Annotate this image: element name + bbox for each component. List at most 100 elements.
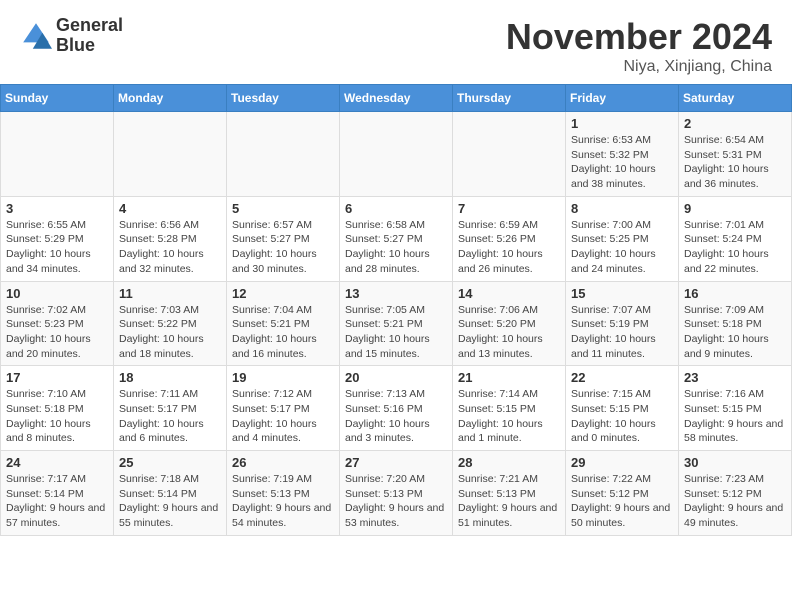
day-number: 18 xyxy=(119,370,221,385)
calendar-cell xyxy=(227,112,340,197)
day-info: Sunrise: 7:04 AMSunset: 5:21 PMDaylight:… xyxy=(232,303,334,362)
day-header-sunday: Sunday xyxy=(1,85,114,112)
calendar-cell: 7 Sunrise: 6:59 AMSunset: 5:26 PMDaylight… xyxy=(453,196,566,281)
calendar-cell xyxy=(1,112,114,197)
calendar-cell xyxy=(114,112,227,197)
day-number: 29 xyxy=(571,455,673,470)
calendar-cell: 26 Sunrise: 7:19 AMSunset: 5:13 PMDayligh… xyxy=(227,451,340,536)
day-info: Sunrise: 6:56 AMSunset: 5:28 PMDaylight:… xyxy=(119,218,221,277)
page-header: General Blue November 2024 Niya, Xinjian… xyxy=(0,0,792,84)
calendar-cell: 6Sunrise: 6:58 AMSunset: 5:27 PMDaylight… xyxy=(340,196,453,281)
day-info: Sunrise: 7:07 AMSunset: 5:19 PMDaylight:… xyxy=(571,303,673,362)
day-header-wednesday: Wednesday xyxy=(340,85,453,112)
day-info: Sunrise: 6:58 AMSunset: 5:27 PMDaylight:… xyxy=(345,218,447,277)
day-number: 21 xyxy=(458,370,560,385)
day-info: Sunrise: 7:14 AMSunset: 5:15 PMDaylight:… xyxy=(458,387,560,446)
day-number: 17 xyxy=(6,370,108,385)
day-number: 22 xyxy=(571,370,673,385)
day-number: 3 xyxy=(6,201,108,216)
day-info: Sunrise: 6:53 AMSunset: 5:32 PMDaylight:… xyxy=(571,133,673,192)
calendar-cell: 27 Sunrise: 7:20 AMSunset: 5:13 PMDayligh… xyxy=(340,451,453,536)
day-info: Sunrise: 7:00 AMSunset: 5:25 PMDaylight:… xyxy=(571,218,673,277)
calendar-cell xyxy=(340,112,453,197)
day-header-monday: Monday xyxy=(114,85,227,112)
day-info: Sunrise: 7:21 AMSunset: 5:13 PMDaylight:… xyxy=(458,472,560,531)
calendar-cell: 18Sunrise: 7:11 AMSunset: 5:17 PMDayligh… xyxy=(114,366,227,451)
calendar-cell: 16Sunrise: 7:09 AMSunset: 5:18 PMDayligh… xyxy=(679,281,792,366)
day-number: 8 xyxy=(571,201,673,216)
logo: General Blue xyxy=(20,16,123,56)
calendar-cell: 21 Sunrise: 7:14 AMSunset: 5:15 PMDayligh… xyxy=(453,366,566,451)
day-header-tuesday: Tuesday xyxy=(227,85,340,112)
day-number: 13 xyxy=(345,286,447,301)
calendar-cell: 4 Sunrise: 6:56 AMSunset: 5:28 PMDaylight… xyxy=(114,196,227,281)
day-info: Sunrise: 7:02 AMSunset: 5:23 PMDaylight:… xyxy=(6,303,108,362)
month-title: November 2024 xyxy=(506,16,772,58)
day-number: 7 xyxy=(458,201,560,216)
day-info: Sunrise: 7:06 AMSunset: 5:20 PMDaylight:… xyxy=(458,303,560,362)
day-number: 24 xyxy=(6,455,108,470)
calendar-cell: 23Sunrise: 7:16 AMSunset: 5:15 PMDayligh… xyxy=(679,366,792,451)
day-info: Sunrise: 7:05 AMSunset: 5:21 PMDaylight:… xyxy=(345,303,447,362)
calendar-cell: 2Sunrise: 6:54 AMSunset: 5:31 PMDaylight… xyxy=(679,112,792,197)
day-info: Sunrise: 6:59 AMSunset: 5:26 PMDaylight:… xyxy=(458,218,560,277)
day-header-thursday: Thursday xyxy=(453,85,566,112)
calendar-table: SundayMondayTuesdayWednesdayThursdayFrid… xyxy=(0,84,792,536)
calendar-cell: 5 Sunrise: 6:57 AMSunset: 5:27 PMDaylight… xyxy=(227,196,340,281)
day-info: Sunrise: 7:22 AMSunset: 5:12 PMDaylight:… xyxy=(571,472,673,531)
logo-text: General Blue xyxy=(56,16,123,56)
day-info: Sunrise: 7:13 AMSunset: 5:16 PMDaylight:… xyxy=(345,387,447,446)
calendar-cell: 3 Sunrise: 6:55 AMSunset: 5:29 PMDaylight… xyxy=(1,196,114,281)
day-info: Sunrise: 7:12 AMSunset: 5:17 PMDaylight:… xyxy=(232,387,334,446)
calendar-cell: 29 Sunrise: 7:22 AMSunset: 5:12 PMDayligh… xyxy=(566,451,679,536)
day-info: Sunrise: 7:18 AMSunset: 5:14 PMDaylight:… xyxy=(119,472,221,531)
day-number: 20 xyxy=(345,370,447,385)
calendar-cell: 1Sunrise: 6:53 AMSunset: 5:32 PMDaylight… xyxy=(566,112,679,197)
calendar-cell: 9 Sunrise: 7:01 AMSunset: 5:24 PMDaylight… xyxy=(679,196,792,281)
day-number: 19 xyxy=(232,370,334,385)
calendar-header-row: SundayMondayTuesdayWednesdayThursdayFrid… xyxy=(1,85,792,112)
calendar-cell: 13 Sunrise: 7:05 AMSunset: 5:21 PMDayligh… xyxy=(340,281,453,366)
day-info: Sunrise: 7:20 AMSunset: 5:13 PMDaylight:… xyxy=(345,472,447,531)
day-number: 4 xyxy=(119,201,221,216)
day-number: 10 xyxy=(6,286,108,301)
day-info: Sunrise: 7:15 AMSunset: 5:15 PMDaylight:… xyxy=(571,387,673,446)
day-info: Sunrise: 6:55 AMSunset: 5:29 PMDaylight:… xyxy=(6,218,108,277)
calendar-cell: 30 Sunrise: 7:23 AMSunset: 5:12 PMDayligh… xyxy=(679,451,792,536)
calendar-cell: 14 Sunrise: 7:06 AMSunset: 5:20 PMDayligh… xyxy=(453,281,566,366)
calendar-week-row: 1Sunrise: 6:53 AMSunset: 5:32 PMDaylight… xyxy=(1,112,792,197)
day-number: 5 xyxy=(232,201,334,216)
title-block: November 2024 Niya, Xinjiang, China xyxy=(506,16,772,76)
day-number: 12 xyxy=(232,286,334,301)
day-info: Sunrise: 7:10 AMSunset: 5:18 PMDaylight:… xyxy=(6,387,108,446)
calendar-week-row: 10 Sunrise: 7:02 AMSunset: 5:23 PMDayligh… xyxy=(1,281,792,366)
day-info: Sunrise: 7:19 AMSunset: 5:13 PMDaylight:… xyxy=(232,472,334,531)
day-header-saturday: Saturday xyxy=(679,85,792,112)
calendar-week-row: 17 Sunrise: 7:10 AMSunset: 5:18 PMDayligh… xyxy=(1,366,792,451)
day-number: 26 xyxy=(232,455,334,470)
calendar-cell: 20 Sunrise: 7:13 AMSunset: 5:16 PMDayligh… xyxy=(340,366,453,451)
logo-blue: Blue xyxy=(56,36,123,56)
calendar-cell xyxy=(453,112,566,197)
day-info: Sunrise: 7:16 AMSunset: 5:15 PMDaylight:… xyxy=(684,387,786,446)
day-number: 30 xyxy=(684,455,786,470)
day-number: 14 xyxy=(458,286,560,301)
calendar-cell: 11Sunrise: 7:03 AMSunset: 5:22 PMDayligh… xyxy=(114,281,227,366)
day-number: 9 xyxy=(684,201,786,216)
day-number: 25 xyxy=(119,455,221,470)
day-number: 27 xyxy=(345,455,447,470)
calendar-cell: 24 Sunrise: 7:17 AMSunset: 5:14 PMDayligh… xyxy=(1,451,114,536)
calendar-week-row: 24 Sunrise: 7:17 AMSunset: 5:14 PMDayligh… xyxy=(1,451,792,536)
day-info: Sunrise: 7:17 AMSunset: 5:14 PMDaylight:… xyxy=(6,472,108,531)
calendar-cell: 28Sunrise: 7:21 AMSunset: 5:13 PMDayligh… xyxy=(453,451,566,536)
logo-icon xyxy=(20,20,52,52)
day-info: Sunrise: 7:01 AMSunset: 5:24 PMDaylight:… xyxy=(684,218,786,277)
day-info: Sunrise: 6:57 AMSunset: 5:27 PMDaylight:… xyxy=(232,218,334,277)
calendar-cell: 12 Sunrise: 7:04 AMSunset: 5:21 PMDayligh… xyxy=(227,281,340,366)
calendar-cell: 17 Sunrise: 7:10 AMSunset: 5:18 PMDayligh… xyxy=(1,366,114,451)
day-number: 15 xyxy=(571,286,673,301)
day-info: Sunrise: 7:23 AMSunset: 5:12 PMDaylight:… xyxy=(684,472,786,531)
calendar-cell: 22 Sunrise: 7:15 AMSunset: 5:15 PMDayligh… xyxy=(566,366,679,451)
location: Niya, Xinjiang, China xyxy=(506,58,772,76)
calendar-cell: 8 Sunrise: 7:00 AMSunset: 5:25 PMDaylight… xyxy=(566,196,679,281)
